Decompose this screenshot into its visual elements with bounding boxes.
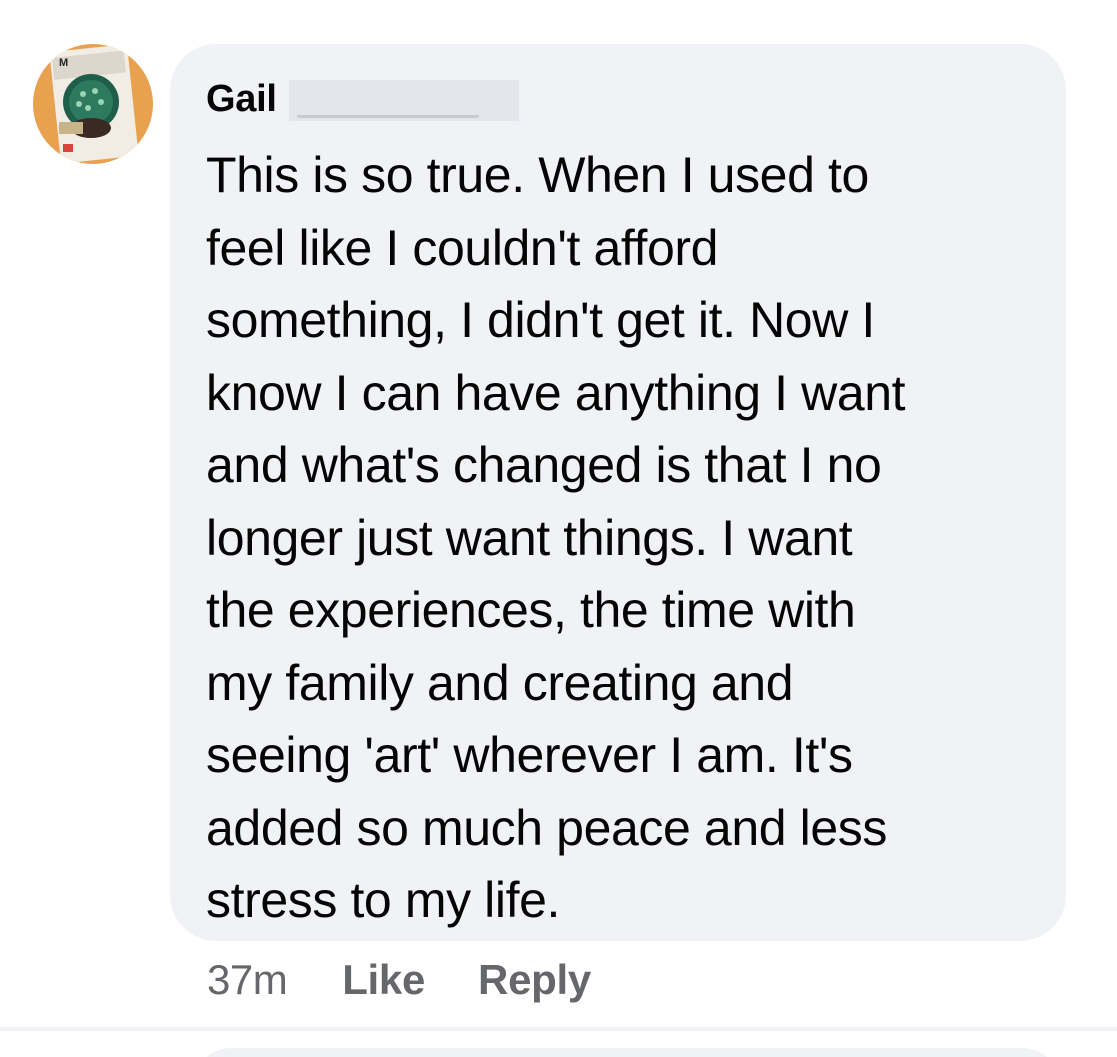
comment-text-line: longer just want things. I want — [206, 509, 853, 566]
comment-text-line: stress to my life. — [206, 872, 560, 928]
comment-text-line: the experiences, the time with — [206, 582, 856, 638]
comment-actions: 37m Like Reply — [207, 952, 644, 1008]
comment-text-line: This is so true. When I used to — [206, 147, 869, 203]
comment-bubble: Gail This is so true. When I used to fee… — [170, 44, 1066, 941]
comment-author-row: Gail — [206, 74, 519, 124]
comment-text-line: seeing 'art' wherever I am. It's — [206, 727, 853, 783]
commenter-avatar[interactable]: M — [33, 44, 153, 164]
comment-thread: M Gail This is so true. When I used to f… — [0, 0, 1117, 1057]
next-comment-bubble — [192, 1048, 1062, 1057]
redacted-last-name — [288, 79, 519, 121]
comment-author-name[interactable]: Gail — [206, 78, 277, 121]
svg-text:M: M — [59, 57, 68, 69]
comment-text-line: my family and creating and — [206, 654, 794, 711]
comment-timestamp[interactable]: 37m — [207, 956, 288, 1004]
comment-text-line: added so much peace and less — [206, 799, 887, 856]
comment-text-line: something, I didn't get it. Now I — [206, 292, 875, 348]
reply-button[interactable]: Reply — [478, 956, 591, 1004]
avatar-photo-icon: M — [33, 44, 153, 164]
comment-text-line: feel like I couldn't afford — [206, 219, 719, 276]
comment-text-line: know I can have anything I want — [206, 364, 906, 421]
like-button[interactable]: Like — [342, 956, 425, 1004]
comment-text: This is so true. When I used to feel lik… — [206, 139, 1046, 937]
comment-text-line: and what's changed is that I no — [206, 437, 882, 493]
comment-divider — [0, 1027, 1117, 1031]
